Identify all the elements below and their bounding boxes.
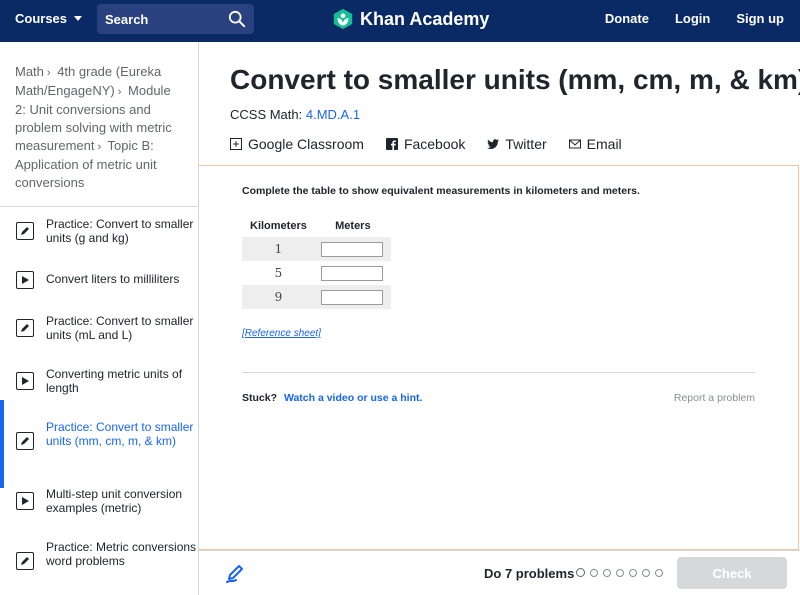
play-icon [16, 372, 34, 390]
ccss-prefix: CCSS Math: [230, 107, 303, 122]
chevron-right-icon: › [97, 141, 102, 153]
scratchpad-pencil-icon[interactable] [225, 563, 245, 583]
play-icon [16, 492, 34, 510]
sidebar-item-label: Practice: Convert to smaller units (mm, … [46, 420, 194, 448]
exercise-footer: Do 7 problems Check [199, 550, 800, 595]
sidebar-item-label: Convert liters to milliliters [46, 272, 180, 286]
twitter-button[interactable]: Twitter [487, 136, 547, 152]
sidebar-item-practice-g-kg[interactable]: Practice: Convert to smaller units (g an… [0, 217, 198, 245]
courses-label: Courses [15, 11, 68, 26]
chevron-down-icon [74, 16, 83, 21]
table-row: 5 [242, 261, 391, 285]
progress-dots [576, 568, 663, 577]
pencil-icon [16, 319, 34, 337]
facebook-button[interactable]: Facebook [385, 136, 466, 152]
search-box[interactable]: Search [97, 4, 254, 34]
do-problems-label: Do 7 problems [484, 566, 575, 581]
pencil-icon [16, 222, 34, 240]
sidebar-item-practice-ml-l[interactable]: Practice: Convert to smaller units (mL a… [0, 314, 198, 342]
logo-text: Khan Academy [360, 8, 490, 29]
exercise-instruction: Complete the table to show equivalent me… [242, 185, 640, 197]
progress-dot [616, 569, 624, 577]
play-icon [16, 271, 34, 289]
report-problem-link[interactable]: Report a problem [674, 392, 755, 404]
divider [242, 372, 755, 373]
sidebar-item-length-video[interactable]: Converting metric units of length [0, 367, 198, 395]
chevron-right-icon: › [117, 86, 122, 98]
sidebar-item-label: Practice: Convert to smaller units (g an… [46, 217, 194, 245]
breadcrumb: Math › 4th grade (Eureka Math/EngageNY) › … [0, 42, 198, 207]
search-icon[interactable] [228, 10, 246, 28]
ccss-code-link[interactable]: 4.MD.A.1 [306, 107, 360, 122]
progress-dot [629, 569, 637, 577]
check-button[interactable]: Check [677, 557, 787, 589]
google-classroom-icon [230, 138, 242, 150]
google-classroom-label: Google Classroom [248, 136, 364, 152]
twitter-icon [487, 139, 500, 149]
sidebar-item-practice-word-problems[interactable]: Practice: Metric conversions word proble… [0, 540, 198, 570]
google-classroom-button[interactable]: Google Classroom [230, 136, 364, 152]
stuck-hint: Stuck? Watch a video or use a hint. [242, 392, 422, 404]
km-value: 9 [242, 285, 315, 309]
email-button[interactable]: Email [568, 136, 622, 152]
meters-input-2[interactable] [320, 265, 383, 281]
ccss-standard: CCSS Math: 4.MD.A.1 [230, 107, 360, 122]
sidebar-item-label: Practice: Metric conversions word proble… [46, 540, 197, 568]
pencil-icon [16, 432, 34, 450]
meters-input-1[interactable] [320, 241, 383, 257]
twitter-label: Twitter [505, 136, 547, 152]
courses-menu-button[interactable]: Courses [15, 11, 83, 26]
stuck-label: Stuck? [242, 392, 278, 404]
progress-dot [590, 569, 598, 577]
facebook-icon [385, 138, 398, 150]
login-link[interactable]: Login [675, 11, 710, 26]
facebook-label: Facebook [403, 136, 466, 152]
pencil-icon [16, 552, 34, 570]
reference-sheet-link[interactable]: [Reference sheet] [242, 328, 321, 339]
chevron-right-icon: › [46, 67, 51, 79]
envelope-icon [568, 139, 581, 149]
km-value: 5 [274, 266, 283, 280]
table-row: 1 [242, 237, 391, 261]
donate-link[interactable]: Donate [605, 11, 649, 26]
sidebar-item-label: Converting metric units of length [46, 367, 183, 395]
sidebar-item-label: Multi-step unit conversion examples (met… [46, 487, 183, 515]
progress-dot [642, 569, 650, 577]
sidebar-item-label: Practice: Convert to smaller units (mL a… [46, 314, 194, 342]
sidebar-item-multistep-video[interactable]: Multi-step unit conversion examples (met… [0, 487, 198, 515]
share-bar: Google Classroom Facebook Twitter Email [230, 136, 622, 152]
progress-dot [576, 568, 585, 577]
breadcrumb-math[interactable]: Math [15, 64, 44, 79]
search-input[interactable]: Search [105, 12, 228, 27]
sidebar-item-liters-video[interactable]: Convert liters to milliliters [0, 271, 198, 289]
km-value: 1 [242, 237, 315, 261]
leaf-logo-icon [333, 8, 353, 30]
table-row: 9 [242, 285, 391, 309]
email-label: Email [586, 136, 622, 152]
sidebar-item-practice-mm-cm-m-km[interactable]: Practice: Convert to smaller units (mm, … [0, 400, 198, 488]
top-nav: Courses Search Khan Academy Donate Login… [0, 0, 800, 42]
page-title: Convert to smaller units (mm, cm, m, & k… [230, 64, 800, 95]
signup-link[interactable]: Sign up [736, 11, 784, 26]
sidebar: Math › 4th grade (Eureka Math/EngageNY) › … [0, 42, 199, 595]
progress-dot [655, 569, 663, 577]
exercise-panel: Complete the table to show equivalent me… [199, 165, 799, 550]
table-header-meters: Meters [335, 220, 371, 232]
table-header-kilometers: Kilometers [250, 220, 307, 232]
measurement-table: Kilometers Meters 1 5 9 [242, 216, 391, 309]
watch-video-hint-link[interactable]: Watch a video or use a hint. [284, 392, 422, 404]
progress-dot [603, 569, 611, 577]
meters-input-3[interactable] [320, 289, 383, 305]
khan-academy-logo[interactable]: Khan Academy [332, 8, 489, 30]
